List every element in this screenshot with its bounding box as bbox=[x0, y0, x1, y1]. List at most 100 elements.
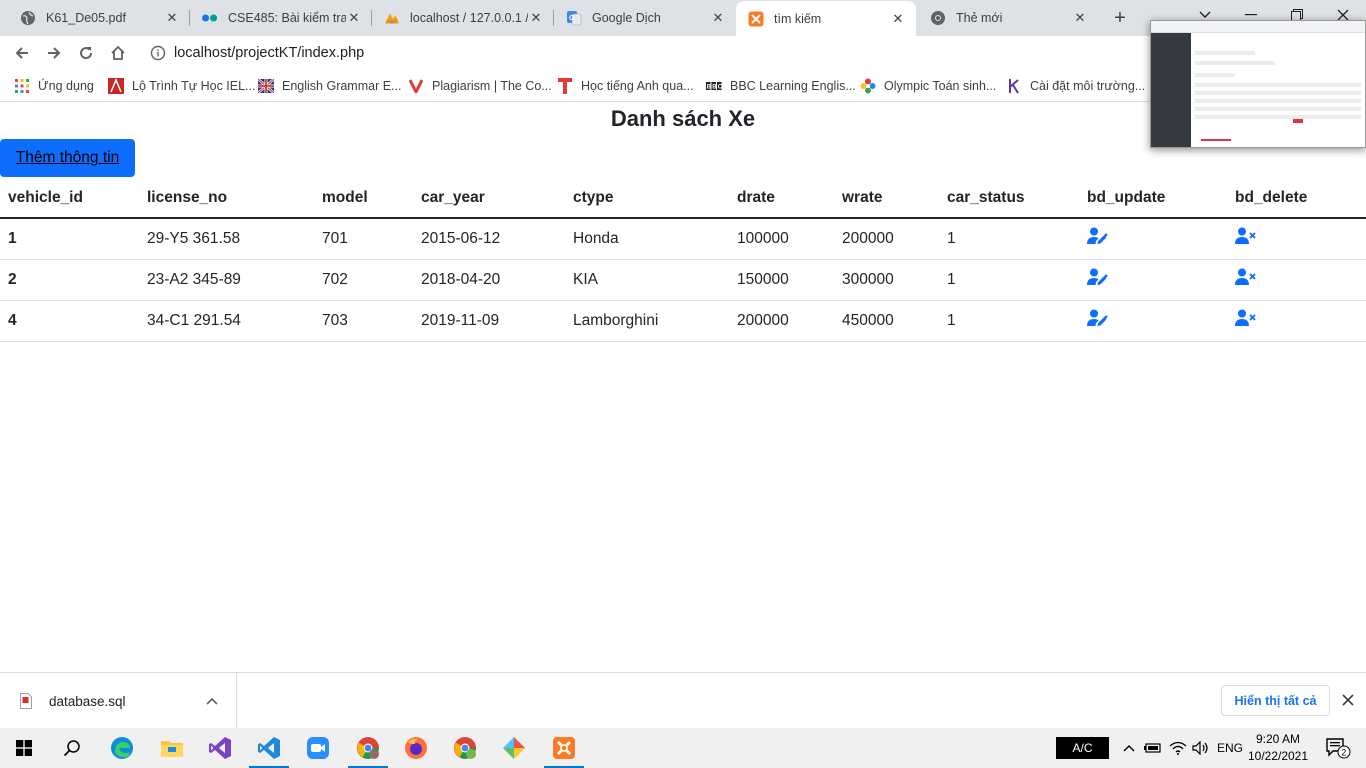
tab-k61-pdf[interactable]: K61_De05.pdf ✕ bbox=[8, 0, 190, 36]
bookmark-ielts[interactable]: Lộ Trình Tự Học IEL... bbox=[108, 76, 255, 96]
column-header: model bbox=[314, 178, 413, 219]
close-tab-icon[interactable]: ✕ bbox=[890, 11, 906, 27]
vehicle-id-cell: 2 bbox=[0, 259, 139, 301]
download-filename: database.sql bbox=[49, 693, 126, 709]
tab-title: tìm kiếm bbox=[774, 11, 822, 26]
tab-title: Thẻ mới bbox=[956, 11, 1003, 25]
bookmark-plagiarism[interactable]: Plagiarism | The Co... bbox=[408, 76, 552, 96]
add-info-button[interactable]: Thêm thông tin bbox=[0, 139, 135, 177]
vscode-icon[interactable] bbox=[245, 728, 293, 768]
user-edit-icon[interactable] bbox=[1087, 227, 1109, 245]
vehicle-id-cell: 4 bbox=[0, 300, 139, 342]
t-logo-icon bbox=[557, 78, 573, 94]
xampp-taskbar-icon[interactable] bbox=[540, 728, 588, 768]
tab-google-translate[interactable]: G Google Dịch ✕ bbox=[554, 0, 736, 36]
wrate-cell: 200000 bbox=[834, 218, 939, 260]
edge-icon[interactable] bbox=[98, 728, 146, 768]
close-tab-icon[interactable]: ✕ bbox=[346, 10, 362, 26]
tab-phpmyadmin[interactable]: PMA localhost / 127.0.0.1 / ✕ bbox=[372, 0, 554, 36]
download-item[interactable]: database.sql bbox=[0, 673, 237, 729]
delete-cell bbox=[1227, 218, 1366, 260]
chrome-profile-icon[interactable] bbox=[344, 728, 392, 768]
svg-text:PMA: PMA bbox=[387, 19, 397, 24]
forward-arrow-icon[interactable] bbox=[40, 39, 68, 67]
screenshot-preview-thumbnail[interactable] bbox=[1150, 20, 1366, 148]
bookmark-label: BBC Learning Englis... bbox=[730, 79, 856, 93]
tab-cse485[interactable]: CSE485: Bài kiểm tra G ✕ bbox=[190, 0, 372, 36]
show-all-downloads-button[interactable]: Hiển thị tất cả bbox=[1221, 685, 1330, 716]
wifi-icon[interactable] bbox=[1166, 728, 1190, 768]
svg-text:C: C bbox=[718, 85, 722, 91]
wrate-cell: 300000 bbox=[834, 259, 939, 301]
address-bar[interactable]: localhost/projectKT/index.php bbox=[142, 39, 1152, 67]
table-row: 4 34-C1 291.54 703 2019-11-09 Lamborghin… bbox=[0, 300, 1366, 342]
close-downloads-icon[interactable] bbox=[1338, 690, 1358, 710]
user-edit-icon[interactable] bbox=[1087, 268, 1109, 286]
clock[interactable]: 9:20 AM 10/22/2021 bbox=[1246, 731, 1310, 765]
volume-icon[interactable] bbox=[1190, 728, 1212, 768]
git-kraken-icon[interactable] bbox=[490, 728, 538, 768]
visual-studio-icon[interactable] bbox=[196, 728, 244, 768]
file-explorer-icon[interactable] bbox=[148, 728, 196, 768]
ac-indicator[interactable]: A/C bbox=[1056, 737, 1109, 759]
user-remove-icon[interactable] bbox=[1235, 268, 1257, 286]
notification-count: 2 bbox=[1341, 748, 1346, 758]
thumbnail-line bbox=[1195, 115, 1361, 119]
car-status-cell: 1 bbox=[939, 300, 1079, 342]
column-header: ctype bbox=[565, 178, 729, 219]
column-header: car_year bbox=[413, 178, 565, 219]
vehicle-table: vehicle_id license_no model car_year cty… bbox=[0, 178, 1366, 342]
user-edit-icon[interactable] bbox=[1087, 309, 1109, 327]
chrome-profile-2-icon[interactable] bbox=[441, 728, 489, 768]
clock-date: 10/22/2021 bbox=[1247, 749, 1309, 763]
close-tab-icon[interactable]: ✕ bbox=[164, 10, 180, 26]
license-no-cell: 34-C1 291.54 bbox=[139, 300, 314, 342]
table-row: 1 29-Y5 361.58 701 2015-06-12 Honda 1000… bbox=[0, 218, 1366, 260]
language-indicator[interactable]: ENG bbox=[1214, 728, 1246, 768]
tab-tim-kiem[interactable]: tìm kiếm ✕ bbox=[736, 1, 916, 36]
thumbnail-red-text bbox=[1201, 139, 1231, 141]
car-year-cell: 2015-06-12 bbox=[413, 218, 565, 260]
chevron-up-icon[interactable] bbox=[202, 691, 222, 711]
close-tab-icon[interactable]: ✕ bbox=[528, 10, 544, 26]
wrate-cell: 450000 bbox=[834, 300, 939, 342]
thumbnail-line bbox=[1195, 99, 1361, 103]
clock-time: 9:20 AM bbox=[1255, 732, 1301, 746]
bookmark-olympic[interactable]: Olympic Toán sinh... bbox=[860, 76, 996, 96]
firefox-icon[interactable] bbox=[392, 728, 440, 768]
zoom-icon[interactable] bbox=[294, 728, 342, 768]
bookmark-apps[interactable]: Ứng dụng bbox=[14, 76, 94, 96]
close-tab-icon[interactable]: ✕ bbox=[710, 10, 726, 26]
reload-icon[interactable] bbox=[72, 39, 100, 67]
bookmark-bbc[interactable]: BBC BBC Learning Englis... bbox=[706, 76, 856, 96]
close-tab-icon[interactable]: ✕ bbox=[1072, 10, 1088, 26]
globe-icon bbox=[20, 10, 36, 26]
thumbnail-sidebar bbox=[1151, 33, 1191, 147]
ctype-cell: Honda bbox=[565, 218, 729, 260]
bookmark-label: Học tiếng Anh qua... bbox=[581, 79, 694, 93]
user-remove-icon[interactable] bbox=[1235, 227, 1257, 245]
home-icon[interactable] bbox=[104, 39, 132, 67]
thumbnail-line bbox=[1195, 61, 1275, 65]
update-cell bbox=[1079, 218, 1227, 260]
back-arrow-icon[interactable] bbox=[8, 39, 36, 67]
tab-title: localhost / 127.0.0.1 / bbox=[410, 11, 528, 25]
bookmark-cai-dat[interactable]: Cài đặt môi trường... bbox=[1006, 76, 1145, 96]
file-icon bbox=[20, 693, 34, 709]
svg-text:B: B bbox=[707, 85, 712, 91]
notification-center-icon[interactable]: 2 bbox=[1318, 728, 1358, 768]
ctype-cell: KIA bbox=[565, 259, 729, 301]
windows-start-icon[interactable] bbox=[0, 728, 48, 768]
new-tab-button[interactable]: + bbox=[1106, 4, 1134, 32]
bookmark-hoc-tieng-anh[interactable]: Học tiếng Anh qua... bbox=[557, 76, 694, 96]
chevron-up-tray-icon[interactable] bbox=[1118, 728, 1140, 768]
page-content: Danh sách Xe Thêm thông tin vehicle_id l… bbox=[0, 102, 1366, 672]
info-icon[interactable] bbox=[150, 45, 166, 61]
battery-icon[interactable] bbox=[1142, 728, 1164, 768]
bookmark-english-grammar[interactable]: English Grammar E... bbox=[258, 76, 401, 96]
user-remove-icon[interactable] bbox=[1235, 309, 1257, 327]
search-icon[interactable] bbox=[48, 728, 96, 768]
model-cell: 703 bbox=[314, 300, 413, 342]
google-translate-icon: G bbox=[566, 10, 582, 26]
tab-new[interactable]: Thẻ mới ✕ bbox=[918, 0, 1098, 36]
